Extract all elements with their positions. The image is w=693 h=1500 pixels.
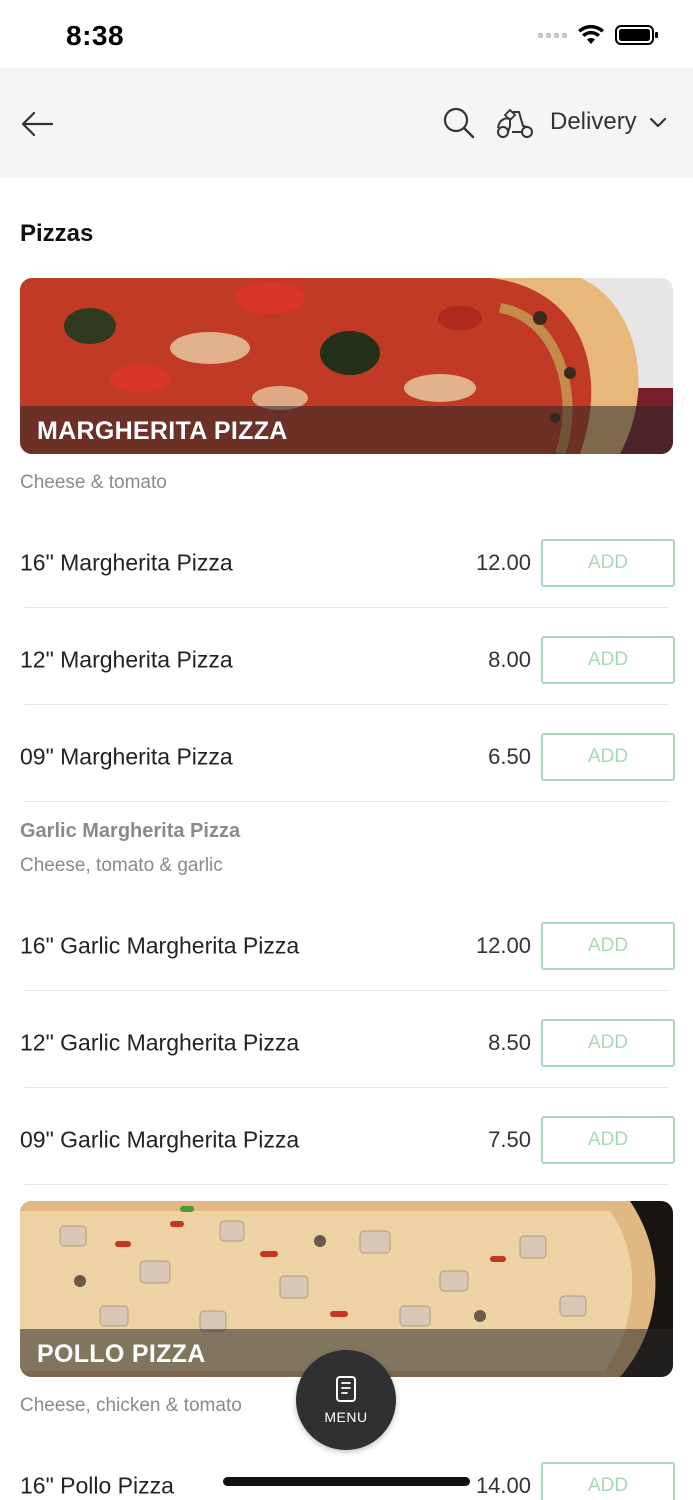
banner-title: POLLO PIZZA	[37, 1340, 206, 1368]
chevron-down-icon[interactable]	[648, 116, 668, 130]
add-button[interactable]: ADD	[541, 1018, 675, 1067]
add-button[interactable]: ADD	[541, 921, 675, 970]
divider	[25, 990, 668, 991]
item-name: 09" Garlic Margherita Pizza	[20, 1126, 300, 1152]
scooter-icon[interactable]	[495, 106, 535, 140]
banner-title: MARGHERITA PIZZA	[37, 417, 288, 445]
divider	[25, 704, 668, 705]
app-header: Delivery	[0, 68, 693, 178]
group-description: Cheese, tomato & garlic	[20, 855, 223, 876]
item-name: 12" Garlic Margherita Pizza	[20, 1029, 300, 1055]
divider	[25, 607, 668, 608]
add-button[interactable]: ADD	[541, 635, 675, 684]
item-name: 16" Pollo Pizza	[20, 1472, 174, 1498]
add-button[interactable]: ADD	[541, 1115, 675, 1164]
item-name: 16" Margherita Pizza	[20, 549, 233, 575]
battery-icon	[615, 25, 658, 45]
item-price: 8.00	[488, 646, 531, 672]
status-icons	[538, 24, 659, 46]
menu-book-icon	[336, 1376, 356, 1402]
item-price: 12.00	[475, 549, 531, 575]
back-arrow-icon[interactable]	[18, 104, 58, 144]
wifi-icon	[578, 24, 604, 44]
divider	[25, 801, 668, 802]
home-indicator[interactable]	[223, 1477, 470, 1486]
menu-item-row[interactable]: 12" Margherita Pizza 8.00 ADD	[0, 611, 693, 708]
divider	[25, 1087, 668, 1088]
menu-button-label: MENU	[324, 1409, 368, 1425]
status-time: 8:38	[66, 20, 125, 51]
item-price: 14.00	[475, 1472, 531, 1498]
margherita-pizza-banner[interactable]: MARGHERITA PIZZA	[20, 278, 673, 454]
menu-button[interactable]: MENU	[296, 1350, 396, 1450]
menu-item-row[interactable]: 09" Garlic Margherita Pizza 7.50 ADD	[0, 1091, 693, 1188]
item-name: 12" Margherita Pizza	[20, 646, 233, 672]
group-subheading: Garlic Margherita Pizza	[20, 820, 241, 842]
item-name: 09" Margherita Pizza	[20, 743, 233, 769]
add-button[interactable]: ADD	[541, 538, 675, 587]
delivery-mode-selector[interactable]: Delivery	[550, 108, 637, 136]
item-price: 7.50	[488, 1126, 531, 1152]
status-bar: 8:38	[0, 0, 693, 68]
group-description: Cheese, chicken & tomato	[20, 1395, 242, 1416]
menu-item-row[interactable]: 16" Margherita Pizza 12.00 ADD	[0, 514, 693, 611]
item-name: 16" Garlic Margherita Pizza	[20, 932, 300, 958]
menu-item-row[interactable]: 09" Margherita Pizza 6.50 ADD	[0, 708, 693, 805]
group-description: Cheese & tomato	[20, 472, 167, 493]
search-icon[interactable]	[442, 106, 476, 140]
item-price: 12.00	[475, 932, 531, 958]
add-button[interactable]: ADD	[541, 732, 675, 781]
item-price: 6.50	[488, 743, 531, 769]
menu-item-row[interactable]: 16" Garlic Margherita Pizza 12.00 ADD	[0, 897, 693, 994]
menu-item-row[interactable]: 12" Garlic Margherita Pizza 8.50 ADD	[0, 994, 693, 1091]
divider	[25, 1184, 668, 1185]
section-title: Pizzas	[20, 220, 94, 247]
add-button[interactable]: ADD	[541, 1461, 675, 1500]
signal-icon	[538, 32, 567, 38]
item-price: 8.50	[488, 1029, 531, 1055]
